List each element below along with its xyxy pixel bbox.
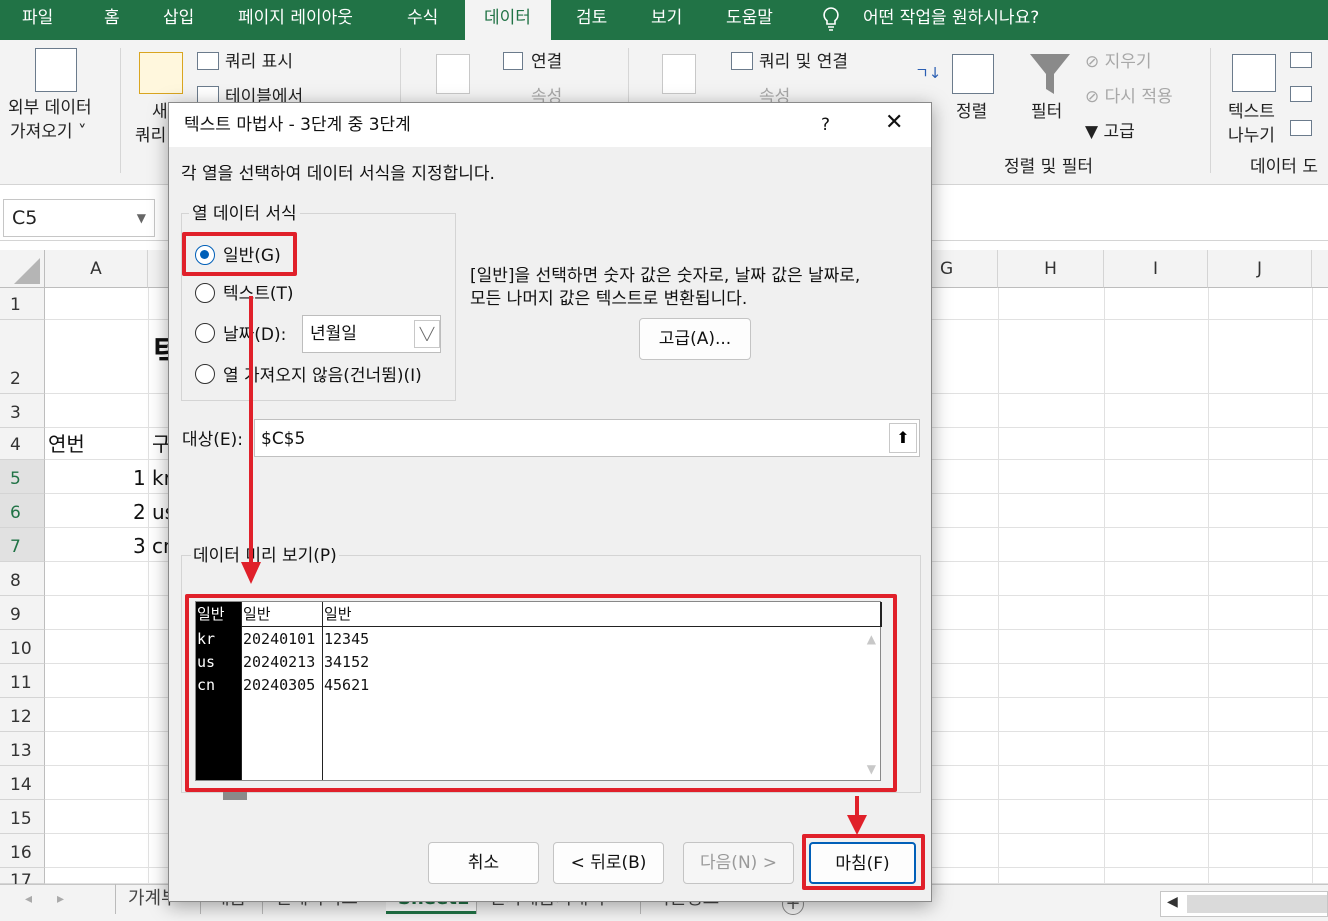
arrow-head-finish [847, 815, 867, 835]
arrow-head-down [241, 562, 261, 584]
excel-window: 파일 홈 삽입 페이지 레이아웃 수식 데이터 검토 보기 도움말 어떤 작업을… [0, 0, 1328, 921]
annotation-arrows [241, 296, 867, 835]
